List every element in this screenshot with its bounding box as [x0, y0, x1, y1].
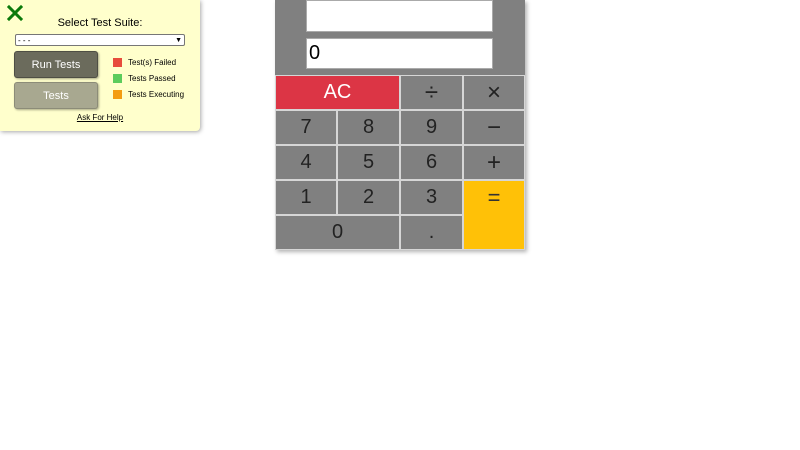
legend-label-failed: Test(s) Failed	[128, 57, 177, 67]
legend-label-executing: Tests Executing	[128, 89, 185, 99]
divide-button[interactable]: ÷	[400, 75, 463, 110]
failed-swatch	[113, 57, 122, 67]
passed-swatch	[113, 73, 122, 83]
digit-3-button[interactable]: 3	[400, 180, 463, 215]
previous-operand-display	[306, 0, 493, 32]
chevron-down-icon: ▼	[175, 36, 182, 44]
digit-4-button[interactable]: 4	[275, 145, 337, 180]
test-suite-select-value: - - -	[18, 35, 31, 45]
digit-9-button[interactable]: 9	[400, 110, 463, 145]
legend-item-failed: Test(s) Failed	[113, 57, 184, 67]
digit-5-button[interactable]: 5	[337, 145, 400, 180]
equals-button[interactable]: =	[463, 180, 525, 250]
digit-8-button[interactable]: 8	[337, 110, 400, 145]
legend-label-passed: Tests Passed	[128, 73, 176, 83]
test-status-legend: Test(s) Failed Tests Passed Tests Execut…	[113, 57, 184, 105]
ask-for-help-link[interactable]: Ask For Help	[0, 113, 200, 122]
keypad: AC ÷ × 7 8 9 − 4 5 6 + 1 2 3 = 0 .	[275, 75, 525, 250]
digit-2-button[interactable]: 2	[337, 180, 400, 215]
digit-6-button[interactable]: 6	[400, 145, 463, 180]
multiply-button[interactable]: ×	[463, 75, 525, 110]
test-panel: Select Test Suite: - - - ▼ Run Tests Tes…	[0, 0, 200, 131]
digit-7-button[interactable]: 7	[275, 110, 337, 145]
executing-swatch	[113, 89, 122, 99]
all-clear-button[interactable]: AC	[275, 75, 400, 110]
test-suite-select[interactable]: - - - ▼	[15, 34, 185, 46]
run-tests-button[interactable]: Run Tests	[14, 51, 98, 78]
digit-1-button[interactable]: 1	[275, 180, 337, 215]
digit-0-button[interactable]: 0	[275, 215, 400, 250]
calculator: 0 AC ÷ × 7 8 9 − 4 5 6 + 1 2 3 = 0 .	[275, 0, 525, 250]
legend-item-executing: Tests Executing	[113, 89, 184, 99]
subtract-button[interactable]: −	[463, 110, 525, 145]
add-button[interactable]: +	[463, 145, 525, 180]
current-operand-display: 0	[306, 38, 493, 69]
legend-item-passed: Tests Passed	[113, 73, 184, 83]
decimal-button[interactable]: .	[400, 215, 463, 250]
tests-button[interactable]: Tests	[14, 82, 98, 109]
select-test-suite-label: Select Test Suite:	[57, 17, 143, 29]
